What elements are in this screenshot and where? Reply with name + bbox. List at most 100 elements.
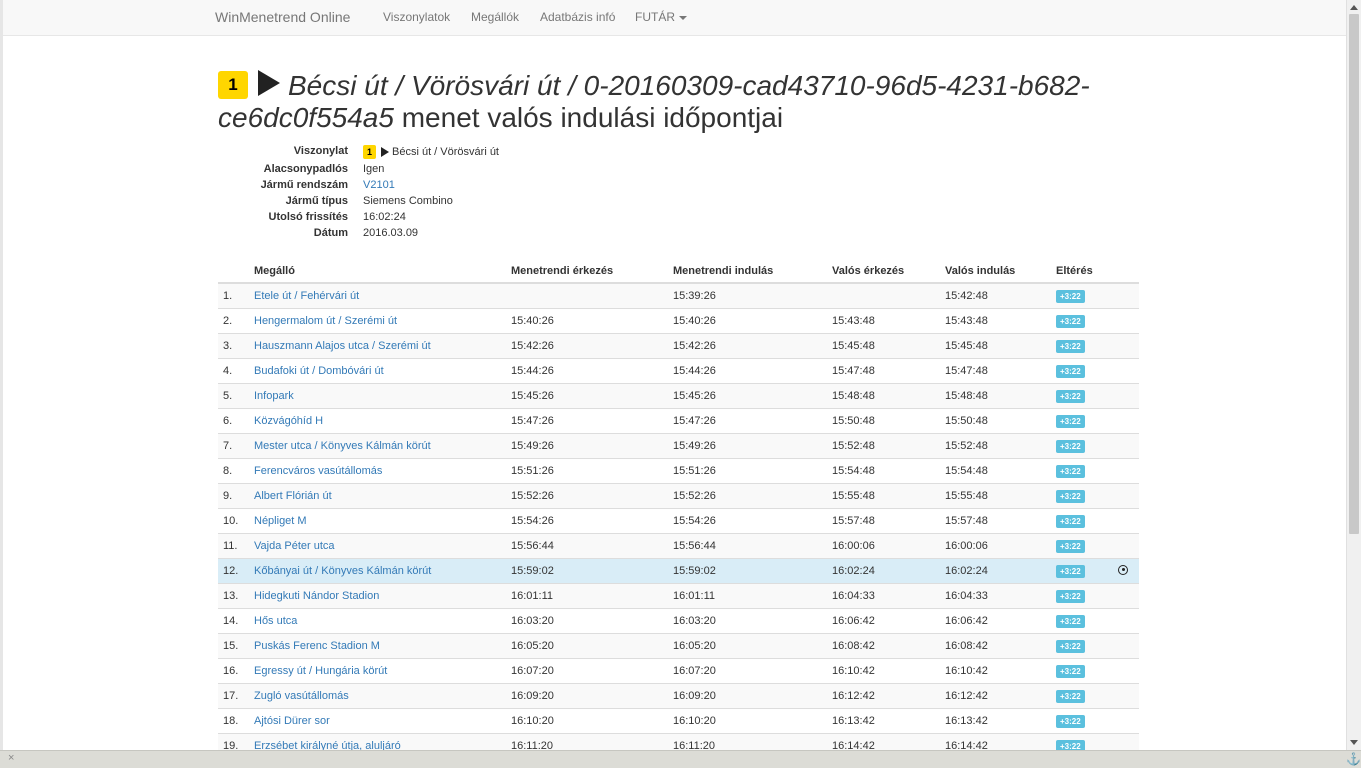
marker-cell	[1118, 683, 1139, 709]
deviation-cell: +3:22	[1056, 683, 1118, 709]
info-label: Jármű típus	[285, 195, 348, 207]
stop-link[interactable]: Albert Flórián út	[254, 490, 332, 502]
deviation-badge: +3:22	[1056, 614, 1085, 628]
play-direction-icon	[258, 69, 280, 96]
scheduled-departure: 16:01:11	[673, 583, 832, 609]
deviation-badge: +3:22	[1056, 414, 1085, 428]
real-arrival: 15:45:48	[832, 333, 945, 359]
table-header-row: Megálló Menetrendi érkezés Menetrendi in…	[218, 260, 1139, 284]
vertical-scrollbar[interactable]	[1346, 0, 1361, 750]
stop-link[interactable]: Mester utca / Könyves Kálmán körút	[254, 440, 431, 452]
marker-cell	[1118, 282, 1139, 309]
stop-link[interactable]: Puskás Ferenc Stadion M	[254, 640, 380, 652]
scheduled-arrival: 16:03:20	[511, 608, 673, 634]
marker-cell	[1118, 308, 1139, 334]
stop-link[interactable]: Kőbányai út / Könyves Kálmán körút	[254, 565, 431, 577]
stop-link[interactable]: Vajda Péter utca	[254, 540, 335, 552]
vehicle-plate-link[interactable]: V2101	[363, 179, 395, 191]
column-header: Eltérés	[1056, 260, 1118, 284]
scroll-thumb[interactable]	[1349, 14, 1359, 534]
real-arrival: 16:14:42	[832, 733, 945, 750]
scroll-down-icon[interactable]	[1350, 740, 1358, 745]
real-arrival: 16:13:42	[832, 708, 945, 734]
scheduled-arrival: 15:54:26	[511, 508, 673, 534]
nav-futar-dropdown[interactable]: FUTÁR	[635, 10, 687, 24]
info-label: Jármű rendszám	[260, 179, 348, 191]
stop-cell: Budafoki út / Dombóvári út	[254, 358, 511, 384]
marker-cell	[1118, 508, 1139, 534]
deviation-badge: +3:22	[1056, 489, 1085, 503]
deviation-badge: +3:22	[1056, 464, 1085, 478]
stop-link[interactable]: Erzsébet királyné útja, aluljáró	[254, 740, 401, 750]
real-arrival: 15:57:48	[832, 508, 945, 534]
stop-cell: Albert Flórián út	[254, 483, 511, 509]
row-index: 18.	[218, 708, 254, 734]
marker-cell	[1118, 383, 1139, 409]
deviation-badge: +3:22	[1056, 314, 1085, 328]
table-row: 3. Hauszmann Alajos utca / Szerémi út 15:4…	[218, 333, 1139, 359]
table-row: 14. Hős utca 16:03:20 16:03:20 16:06:42 16:06…	[218, 608, 1139, 634]
deviation-badge: +3:22	[1056, 739, 1085, 750]
real-arrival: 16:02:24	[832, 558, 945, 584]
nav-futar-label: FUTÁR	[635, 10, 675, 24]
real-departure: 15:54:48	[945, 458, 1056, 484]
table-row: 16. Egressy út / Hungária körút 16:07:20 16…	[218, 658, 1139, 684]
stop-link[interactable]: Hengermalom út / Szerémi út	[254, 315, 397, 327]
column-header: Menetrendi érkezés	[511, 260, 673, 284]
current-position-icon	[1118, 564, 1128, 575]
column-header: Valós indulás	[945, 260, 1056, 284]
brand-link[interactable]: WinMenetrend Online	[215, 9, 350, 25]
info-route: Viszonylat 1 Bécsi út / Vörösvári út	[218, 145, 818, 161]
marker-cell	[1118, 533, 1139, 559]
deviation-badge: +3:22	[1056, 539, 1085, 553]
info-value: 1 Bécsi út / Vörösvári út	[363, 145, 499, 159]
scheduled-arrival: 16:09:20	[511, 683, 673, 709]
table-row: 10. Népliget M 15:54:26 15:54:26 15:57:48 15:…	[218, 508, 1139, 534]
real-arrival: 15:43:48	[832, 308, 945, 334]
nav-adatbazis-info[interactable]: Adatbázis infó	[540, 10, 615, 24]
stop-link[interactable]: Infopark	[254, 390, 294, 402]
stop-link[interactable]: Közvágóhíd H	[254, 415, 323, 427]
scheduled-arrival: 15:42:26	[511, 333, 673, 359]
marker-cell	[1118, 658, 1139, 684]
nav-viszonylatok[interactable]: Viszonylatok	[383, 10, 450, 24]
info-plate: Jármű rendszám V2101	[218, 179, 818, 195]
stop-link[interactable]: Egressy út / Hungária körút	[254, 665, 387, 677]
info-value: Siemens Combino	[363, 195, 453, 207]
table-row: 19. Erzsébet királyné útja, aluljáró 16:11…	[218, 733, 1139, 750]
deviation-cell: +3:22	[1056, 608, 1118, 634]
stop-link[interactable]: Hidegkuti Nándor Stadion	[254, 590, 379, 602]
stop-link[interactable]: Ferencváros vasútállomás	[254, 465, 382, 477]
table-row: 13. Hidegkuti Nándor Stadion 16:01:11 16:01…	[218, 583, 1139, 609]
stop-link[interactable]: Hauszmann Alajos utca / Szerémi út	[254, 340, 431, 352]
scheduled-arrival: 15:59:02	[511, 558, 673, 584]
stop-cell: Vajda Péter utca	[254, 533, 511, 559]
deviation-cell: +3:22	[1056, 558, 1118, 584]
column-header: Valós érkezés	[832, 260, 945, 284]
marker-cell	[1118, 358, 1139, 384]
deviation-badge: +3:22	[1056, 714, 1085, 728]
info-date: Dátum 2016.03.09	[218, 227, 818, 243]
stop-cell: Egressy út / Hungária körút	[254, 658, 511, 684]
stops-table-body: 1. Etele út / Fehérvári út 15:39:26 15:42:4…	[218, 282, 1139, 750]
deviation-cell: +3:22	[1056, 433, 1118, 459]
stop-link[interactable]: Népliget M	[254, 515, 307, 527]
stop-link[interactable]: Budafoki út / Dombóvári út	[254, 365, 384, 377]
scheduled-departure: 15:44:26	[673, 358, 832, 384]
nav-megallok[interactable]: Megállók	[471, 10, 519, 24]
deviation-cell: +3:22	[1056, 383, 1118, 409]
close-icon[interactable]: ×	[8, 752, 14, 764]
marker-cell	[1118, 583, 1139, 609]
scroll-up-icon[interactable]	[1350, 5, 1358, 10]
scheduled-arrival: 15:52:26	[511, 483, 673, 509]
stop-link[interactable]: Etele út / Fehérvári út	[254, 290, 359, 302]
real-arrival: 15:54:48	[832, 458, 945, 484]
stop-link[interactable]: Ajtósi Dürer sor	[254, 715, 330, 727]
stop-link[interactable]: Zugló vasútállomás	[254, 690, 349, 702]
real-departure: 16:10:42	[945, 658, 1056, 684]
stop-link[interactable]: Hős utca	[254, 615, 297, 627]
column-header	[1118, 260, 1139, 284]
row-index: 16.	[218, 658, 254, 684]
deviation-cell: +3:22	[1056, 308, 1118, 334]
real-departure: 15:52:48	[945, 433, 1056, 459]
